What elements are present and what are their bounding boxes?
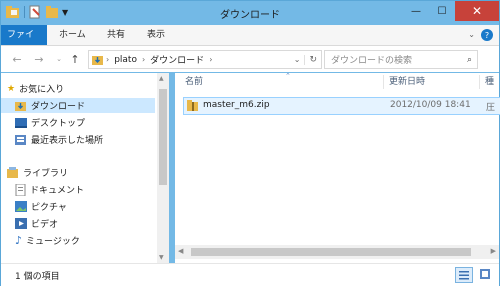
ribbon-tabs: ファイル ホーム 共有 表示 ⌄ ? [1, 25, 499, 60]
nav-item-label: デスクトップ [31, 119, 86, 129]
nav-item-label: ダウンロード [31, 102, 86, 112]
chevron-right-icon[interactable]: › [104, 55, 111, 64]
table-row[interactable]: master_m6.zip 2012/10/09 18:41 圧 [183, 97, 500, 115]
nav-item-music[interactable]: ♪ ミュージック [15, 233, 80, 248]
address-field[interactable]: › plato › ダウンロード › ⌄ ↻ [88, 50, 322, 69]
close-button[interactable]: ✕ [455, 1, 499, 21]
refresh-icon[interactable]: ↻ [304, 54, 321, 65]
music-note-icon: ♪ [15, 234, 23, 247]
title-bar: ▼ ダウンロード — ☐ ✕ [1, 1, 499, 25]
nav-item-recent-places[interactable]: 最近表示した場所 [15, 132, 103, 147]
nav-item-pictures[interactable]: ピクチャ [15, 199, 67, 214]
nav-item-label: ビデオ [31, 220, 59, 230]
item-count: 1 個の項目 [15, 272, 60, 282]
tab-home[interactable]: ホーム [51, 25, 94, 45]
address-toolbar: ← → ⌄ ↑ › plato › ダウンロード › ⌄ ↻ ダウンロードの検索… [1, 46, 499, 72]
chevron-right-icon[interactable]: › [207, 55, 214, 64]
breadcrumb-downloads[interactable]: ダウンロード [147, 53, 207, 66]
scroll-down-icon[interactable]: ▼ [159, 254, 164, 261]
documents-icon [15, 183, 26, 196]
scroll-right-icon[interactable]: ▶ [491, 247, 496, 255]
library-icon [7, 166, 19, 179]
nav-item-desktop[interactable]: デスクトップ [15, 115, 85, 130]
scroll-up-icon[interactable]: ▲ [159, 75, 164, 82]
scrollbar-thumb[interactable] [191, 248, 471, 256]
scrollbar-thumb[interactable] [159, 89, 167, 185]
star-icon: ★ [7, 83, 16, 94]
nav-item-label: ミュージック [26, 237, 80, 247]
search-placeholder: ダウンロードの検索 [331, 56, 413, 66]
chevron-right-icon[interactable]: › [140, 55, 147, 64]
column-divider[interactable] [383, 75, 384, 89]
column-divider[interactable] [479, 75, 480, 89]
recent-locations-icon[interactable]: ⌄ [51, 51, 67, 67]
breadcrumb-plato[interactable]: plato [111, 55, 140, 65]
explorer-window: ▼ ダウンロード — ☐ ✕ ファイル ホーム 共有 表示 ⌄ ? ← → ⌄ … [0, 0, 500, 286]
file-list: ⌃ 名前 更新日時 種 master_m6.zip 2012/10/09 18:… [175, 72, 500, 263]
file-modified: 2012/10/09 18:41 [390, 100, 471, 110]
back-button[interactable]: ← [9, 51, 25, 67]
nav-item-documents[interactable]: ドキュメント [15, 182, 84, 197]
column-header-name[interactable]: 名前 [185, 73, 385, 91]
help-icon[interactable]: ? [481, 29, 493, 41]
nav-item-videos[interactable]: ビデオ [15, 216, 58, 231]
search-field[interactable]: ダウンロードの検索 ⌕ [324, 50, 478, 69]
recent-places-icon [15, 134, 27, 146]
minimize-button[interactable]: — [403, 1, 429, 21]
pictures-icon [15, 201, 27, 212]
forward-button[interactable]: → [31, 51, 47, 67]
tab-share[interactable]: 共有 [99, 25, 133, 45]
scroll-left-icon[interactable]: ◀ [178, 247, 183, 255]
libraries-group[interactable]: ライブラリ [7, 165, 68, 180]
navigation-pane: ★ お気に入り ダウンロード デスクトップ 最近表示した場所 ライブラリ ドキュ… [1, 73, 161, 263]
download-folder-icon [15, 100, 27, 112]
file-type: 圧 [486, 103, 496, 113]
desktop-icon [15, 117, 27, 128]
column-header-modified[interactable]: 更新日時 [389, 73, 479, 91]
videos-icon [15, 218, 27, 229]
download-folder-icon [92, 54, 104, 66]
column-header-type[interactable]: 種 [485, 73, 499, 91]
file-name: master_m6.zip [203, 100, 270, 110]
nav-item-label: 最近表示した場所 [31, 136, 104, 146]
libraries-label: ライブラリ [23, 169, 69, 179]
favorites-label: お気に入り [19, 85, 65, 95]
large-icons-view-icon[interactable] [477, 267, 493, 281]
nav-item-label: ドキュメント [30, 186, 85, 196]
window-controls: — ☐ ✕ [403, 1, 499, 21]
status-bar: 1 個の項目 [1, 263, 499, 286]
horizontal-scrollbar[interactable]: ◀ ▶ [175, 245, 499, 259]
favorites-group[interactable]: ★ お気に入り [7, 81, 64, 96]
nav-item-label: ピクチャ [31, 203, 67, 213]
expand-ribbon-icon[interactable]: ⌄ [468, 30, 475, 39]
address-dropdown-icon[interactable]: ⌄ [290, 55, 305, 64]
nav-item-downloads[interactable]: ダウンロード [1, 98, 155, 113]
up-button[interactable]: ↑ [67, 51, 83, 67]
tab-view[interactable]: 表示 [139, 25, 173, 45]
search-icon[interactable]: ⌕ [467, 55, 477, 65]
zip-folder-icon [187, 100, 199, 112]
details-view-icon[interactable] [455, 267, 473, 283]
tab-file[interactable]: ファイル [1, 25, 47, 60]
maximize-button[interactable]: ☐ [429, 1, 455, 21]
nav-pane-scrollbar[interactable]: ▲ ▼ [157, 73, 169, 263]
